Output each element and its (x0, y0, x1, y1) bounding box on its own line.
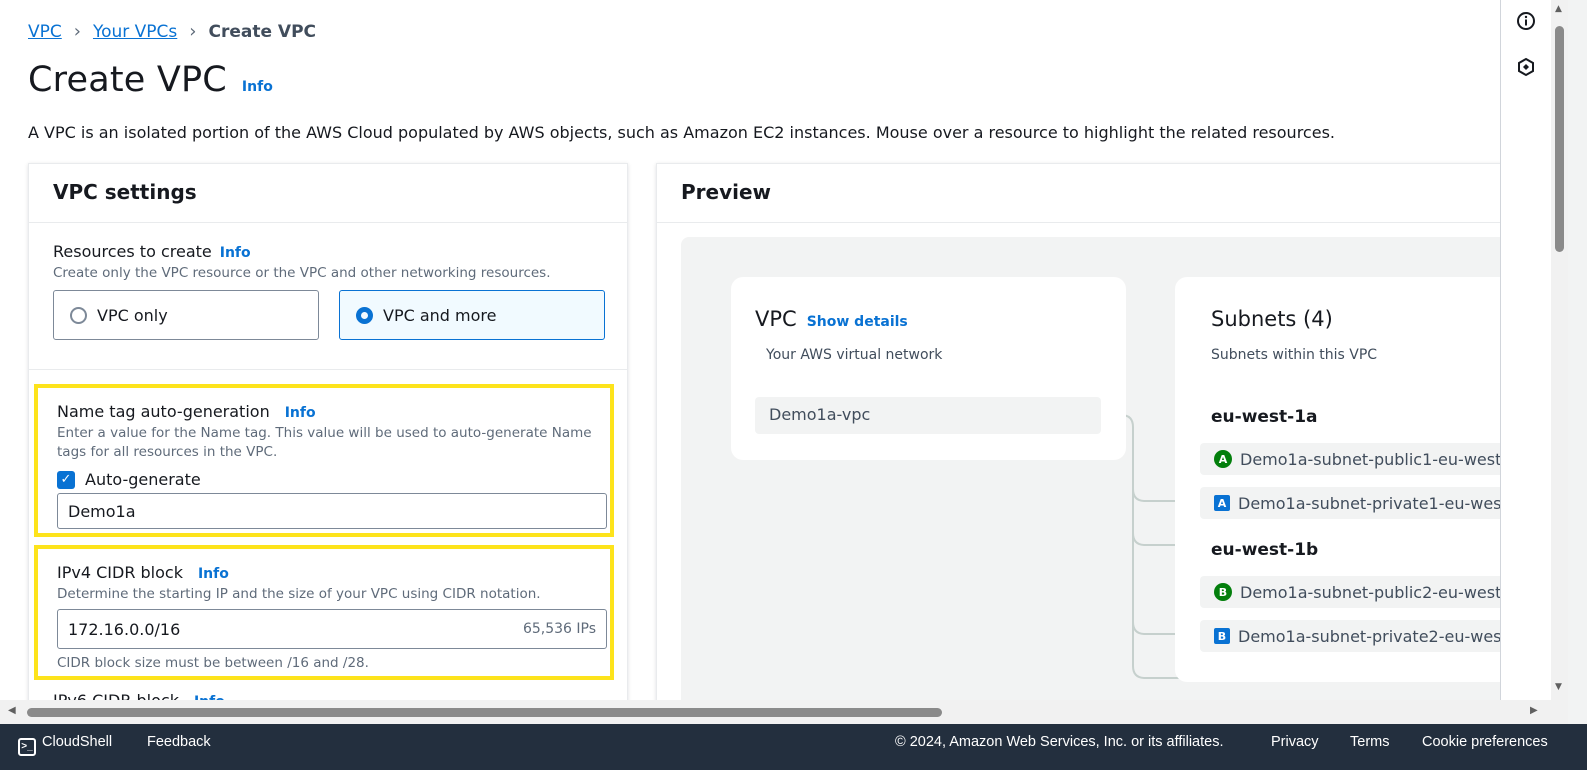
ipv4-cidr-highlight-box: IPv4 CIDR block Info Determine the start… (34, 545, 614, 680)
chevron-right-icon: › (73, 21, 81, 42)
main-content: VPC › Your VPCs › Create VPC Create VPC … (0, 0, 1518, 716)
breadcrumb-vpc-link[interactable]: VPC (28, 22, 62, 42)
name-tag-highlight-box: Name tag auto-generation Info Enter a va… (34, 384, 614, 537)
info-icon[interactable] (1515, 10, 1537, 32)
subnet-name: Demo1a-subnet-public1-eu-west (1240, 449, 1502, 469)
vpc-and-more-radio[interactable] (356, 306, 373, 324)
vpc-card-title-row: VPC Show details (755, 307, 908, 331)
ipv4-description: Determine the starting IP and the size o… (57, 586, 541, 602)
ipv4-cidr-section: IPv4 CIDR block Info Determine the start… (57, 563, 607, 671)
preview-diagram: VPC Show details Your AWS virtual networ… (681, 237, 1518, 716)
private-subnet-badge-icon: A (1214, 495, 1230, 511)
ipv4-label: IPv4 CIDR block (57, 563, 183, 582)
vpc-and-more-label: VPC and more (383, 305, 497, 325)
preview-panel: Preview VPC Show details Your AWS virtua… (656, 163, 1518, 716)
auto-generate-row[interactable]: ✓ Auto-generate (57, 470, 607, 489)
subnets-card-title: Subnets (4) (1211, 307, 1333, 331)
name-tag-input[interactable]: Demo1a (57, 493, 607, 529)
subnet-chip-private2[interactable]: B Demo1a-subnet-private2-eu-wes (1200, 620, 1518, 652)
vertical-scroll-thumb[interactable] (1555, 26, 1564, 252)
name-tag-input-value: Demo1a (68, 501, 136, 521)
subnets-card-description: Subnets within this VPC (1211, 347, 1378, 363)
auto-generate-label: Auto-generate (85, 470, 201, 489)
scroll-left-arrow-icon[interactable]: ◀ (8, 705, 16, 716)
chevron-right-icon: › (189, 21, 197, 42)
scroll-down-arrow-icon[interactable]: ▼ (1555, 682, 1562, 692)
subnet-chip-public1[interactable]: A Demo1a-subnet-public1-eu-west (1200, 443, 1518, 475)
ip-count: 65,536 IPs (522, 621, 596, 637)
resources-info-link[interactable]: Info (220, 245, 251, 261)
ipv4-constraint: CIDR block size must be between /16 and … (57, 655, 369, 671)
vertical-scrollbar[interactable]: ▲ ▼ (1551, 0, 1568, 700)
ipv4-cidr-value: 172.16.0.0/16 (68, 619, 181, 639)
copyright-text: © 2024, Amazon Web Services, Inc. or its… (895, 734, 1224, 750)
help-panel-rail (1500, 0, 1551, 716)
resources-to-create-section: Resources to create Info Create only the… (53, 242, 613, 340)
az-heading-eu-west-1a: eu-west-1a (1211, 407, 1318, 427)
page-info-link[interactable]: Info (242, 79, 273, 95)
vpc-and-more-option[interactable]: VPC and more (339, 290, 605, 340)
public-subnet-badge-icon: A (1214, 450, 1232, 468)
vpc-only-label: VPC only (97, 305, 168, 325)
vpc-settings-panel: VPC settings Resources to create Info Cr… (28, 163, 628, 716)
resources-label: Resources to create (53, 242, 212, 261)
page-title: Create VPC (28, 60, 227, 100)
ipv4-label-row: IPv4 CIDR block Info (57, 563, 607, 582)
breadcrumb-your-vpcs-link[interactable]: Your VPCs (93, 22, 177, 42)
vpc-card-title: VPC (755, 307, 797, 331)
privacy-link[interactable]: Privacy (1271, 734, 1319, 750)
ipv4-info-link[interactable]: Info (198, 566, 229, 582)
vpc-resource-chip[interactable]: Demo1a-vpc (755, 397, 1101, 434)
preview-header: Preview (657, 164, 1518, 223)
public-subnet-badge-icon: B (1214, 583, 1232, 601)
page-title-row: Create VPC Info (28, 60, 273, 100)
vpc-only-radio[interactable] (70, 306, 87, 324)
subnet-chip-private1[interactable]: A Demo1a-subnet-private1-eu-wes (1200, 487, 1518, 519)
resources-label-row: Resources to create Info (53, 242, 613, 261)
show-details-link[interactable]: Show details (807, 314, 908, 330)
feedback-link[interactable]: Feedback (147, 734, 211, 750)
vpc-card-description: Your AWS virtual network (766, 347, 943, 363)
subnet-name: Demo1a-subnet-public2-eu-west (1240, 582, 1502, 602)
terms-link[interactable]: Terms (1350, 734, 1389, 750)
breadcrumb-current: Create VPC (208, 21, 317, 42)
subnet-chip-public2[interactable]: B Demo1a-subnet-public2-eu-west (1200, 576, 1518, 608)
section-divider (29, 369, 627, 370)
resources-radio-group: VPC only VPC and more (53, 290, 613, 340)
name-tag-description: Enter a value for the Name tag. This val… (57, 425, 592, 460)
ipv4-cidr-input[interactable]: 172.16.0.0/16 65,536 IPs (57, 609, 607, 649)
vpc-only-option[interactable]: VPC only (53, 290, 319, 340)
vpc-card: VPC Show details Your AWS virtual networ… (731, 277, 1126, 460)
auto-generate-checkbox[interactable]: ✓ (57, 470, 75, 489)
console-footer: >_ CloudShell Feedback © 2024, Amazon Web… (0, 724, 1587, 770)
breadcrumb: VPC › Your VPCs › Create VPC (28, 21, 316, 42)
horizontal-scrollbar[interactable]: ◀ ▶ (0, 700, 1551, 724)
page-description: A VPC is an isolated portion of the AWS … (28, 123, 1335, 142)
cloudshell-button[interactable]: >_ CloudShell (18, 734, 112, 756)
cookie-preferences-link[interactable]: Cookie preferences (1422, 734, 1548, 750)
name-tag-label-row: Name tag auto-generation Info (57, 402, 607, 421)
subnet-name: Demo1a-subnet-private1-eu-wes (1238, 493, 1502, 513)
name-tag-section: Name tag auto-generation Info Enter a va… (57, 402, 607, 529)
feedback-hexagon-icon[interactable] (1515, 56, 1537, 78)
scroll-up-arrow-icon[interactable]: ▲ (1555, 4, 1562, 14)
az-heading-eu-west-1b: eu-west-1b (1211, 540, 1319, 560)
scroll-right-arrow-icon[interactable]: ▶ (1530, 705, 1538, 716)
private-subnet-badge-icon: B (1214, 628, 1230, 644)
vpc-settings-header: VPC settings (29, 164, 627, 223)
scrollbar-corner (1551, 700, 1568, 724)
cloudshell-label: CloudShell (42, 734, 113, 750)
name-tag-info-link[interactable]: Info (285, 405, 316, 421)
cloudshell-icon: >_ (18, 738, 36, 756)
subnet-name: Demo1a-subnet-private2-eu-wes (1238, 626, 1502, 646)
horizontal-scroll-thumb[interactable] (27, 708, 942, 717)
subnets-card: Subnets (4) Subnets within this VPC eu-w… (1175, 277, 1518, 682)
resources-description: Create only the VPC resource or the VPC … (53, 265, 551, 281)
name-tag-label: Name tag auto-generation (57, 402, 270, 421)
